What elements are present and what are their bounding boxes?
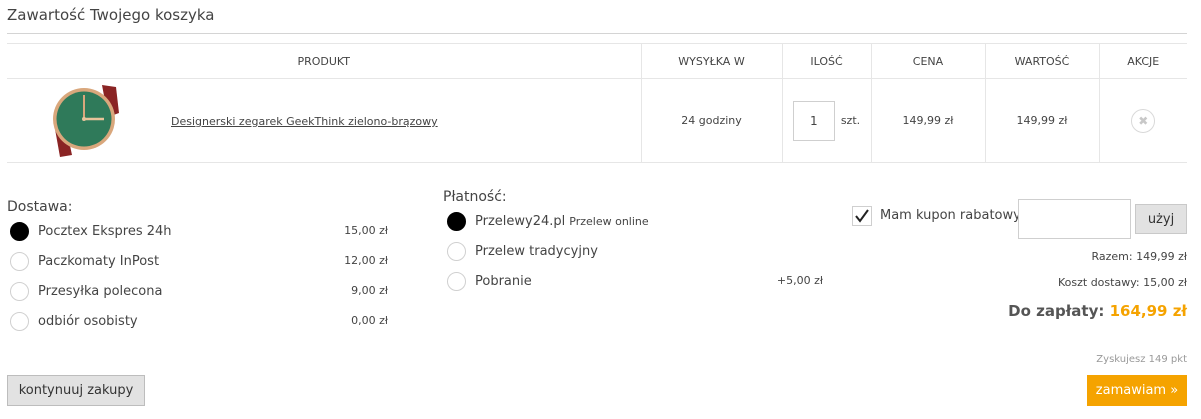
radio-icon[interactable] xyxy=(447,272,466,291)
actions-cell: ✖ xyxy=(1098,78,1187,163)
delivery-option-label: Pocztex Ekspres 24h xyxy=(38,224,172,239)
delivery-price: 12,00 zł xyxy=(344,254,388,267)
header-price: CENA xyxy=(870,43,985,79)
payment-option-label: Przelewy24.pl xyxy=(475,214,566,229)
radio-icon[interactable] xyxy=(10,312,29,331)
delivery-option-label: odbiór osobisty xyxy=(38,314,138,329)
shipping-cost: Koszt dostawy: 15,00 zł xyxy=(1057,276,1187,289)
coupon-input[interactable] xyxy=(1018,199,1131,239)
page-title: Zawartość Twojego koszyka xyxy=(7,6,215,24)
payment-option-label: Pobranie xyxy=(475,274,532,289)
unit-price: 149,99 zł xyxy=(870,78,985,163)
close-icon[interactable]: ✖ xyxy=(1131,108,1156,133)
delivery-price: 0,00 zł xyxy=(351,314,388,327)
shipping-time: 24 godziny xyxy=(640,78,782,163)
delivery-label: Dostawa: xyxy=(7,199,73,215)
quantity-cell: szt. xyxy=(781,78,871,163)
line-value: 149,99 zł xyxy=(984,78,1099,163)
subtotal: Razem: 149,99 zł xyxy=(1091,250,1188,263)
header-product: PRODUKT xyxy=(7,43,641,79)
apply-coupon-button[interactable]: użyj xyxy=(1135,204,1187,234)
title-divider xyxy=(7,33,1187,34)
delivery-option-polecona[interactable]: Przesyłka polecona xyxy=(10,282,162,301)
header-shipping: WYSYŁKA W xyxy=(640,43,782,79)
payment-option-cod[interactable]: Pobranie xyxy=(447,272,532,291)
payment-label: Płatność: xyxy=(443,189,507,205)
radio-icon[interactable] xyxy=(447,242,466,261)
order-button[interactable]: zamawiam » xyxy=(1087,375,1187,406)
delivery-option-inpost[interactable]: Paczkomaty InPost xyxy=(10,252,159,271)
payment-option-transfer[interactable]: Przelew tradycyjny xyxy=(447,242,598,261)
total-to-pay: Do zapłaty: 164,99 zł xyxy=(1008,302,1187,320)
delivery-price: 9,00 zł xyxy=(351,284,388,297)
product-image[interactable] xyxy=(42,83,122,159)
header-actions: AKCJE xyxy=(1098,43,1187,79)
cart-table: PRODUKT WYSYŁKA W ILOŚĆ CENA WARTOŚĆ AKC… xyxy=(7,43,1187,163)
total-label: Do zapłaty: xyxy=(1008,302,1105,320)
radio-selected-icon[interactable] xyxy=(447,212,466,231)
delivery-option-pickup[interactable]: odbiór osobisty xyxy=(10,312,138,331)
payment-surcharge: +5,00 zł xyxy=(776,274,823,287)
checkmark-icon xyxy=(855,209,869,223)
radio-icon[interactable] xyxy=(10,252,29,271)
coupon-label: Mam kupon rabatowy xyxy=(880,208,1021,223)
product-cell: Designerski zegarek GeekThink zielono-br… xyxy=(7,78,641,163)
quantity-unit: szt. xyxy=(840,114,861,127)
table-header-row: PRODUKT WYSYŁKA W ILOŚĆ CENA WARTOŚĆ AKC… xyxy=(7,43,1187,79)
delivery-option-label: Przesyłka polecona xyxy=(38,284,163,299)
radio-selected-icon[interactable] xyxy=(10,222,29,241)
radio-icon[interactable] xyxy=(10,282,29,301)
delivery-option-pocztex[interactable]: Pocztex Ekspres 24h xyxy=(10,222,172,241)
coupon-checkbox[interactable] xyxy=(852,206,872,226)
quantity-input[interactable] xyxy=(792,100,835,141)
product-name-link[interactable]: Designerski zegarek GeekThink zielono-br… xyxy=(171,115,438,128)
loyalty-points: Zyskujesz 149 pkt xyxy=(1096,354,1187,365)
table-row: Designerski zegarek GeekThink zielono-br… xyxy=(7,78,1187,163)
header-value: WARTOŚĆ xyxy=(984,43,1099,79)
payment-option-przelewy24[interactable]: Przelewy24.pl Przelew online xyxy=(447,212,649,231)
header-quantity: ILOŚĆ xyxy=(781,43,871,79)
payment-option-label: Przelew tradycyjny xyxy=(475,244,598,259)
delivery-option-label: Paczkomaty InPost xyxy=(38,254,160,269)
total-value: 164,99 zł xyxy=(1109,302,1187,320)
payment-option-note: Przelew online xyxy=(569,215,649,228)
delivery-price: 15,00 zł xyxy=(344,224,388,237)
continue-shopping-button[interactable]: kontynuuj zakupy xyxy=(7,375,145,406)
